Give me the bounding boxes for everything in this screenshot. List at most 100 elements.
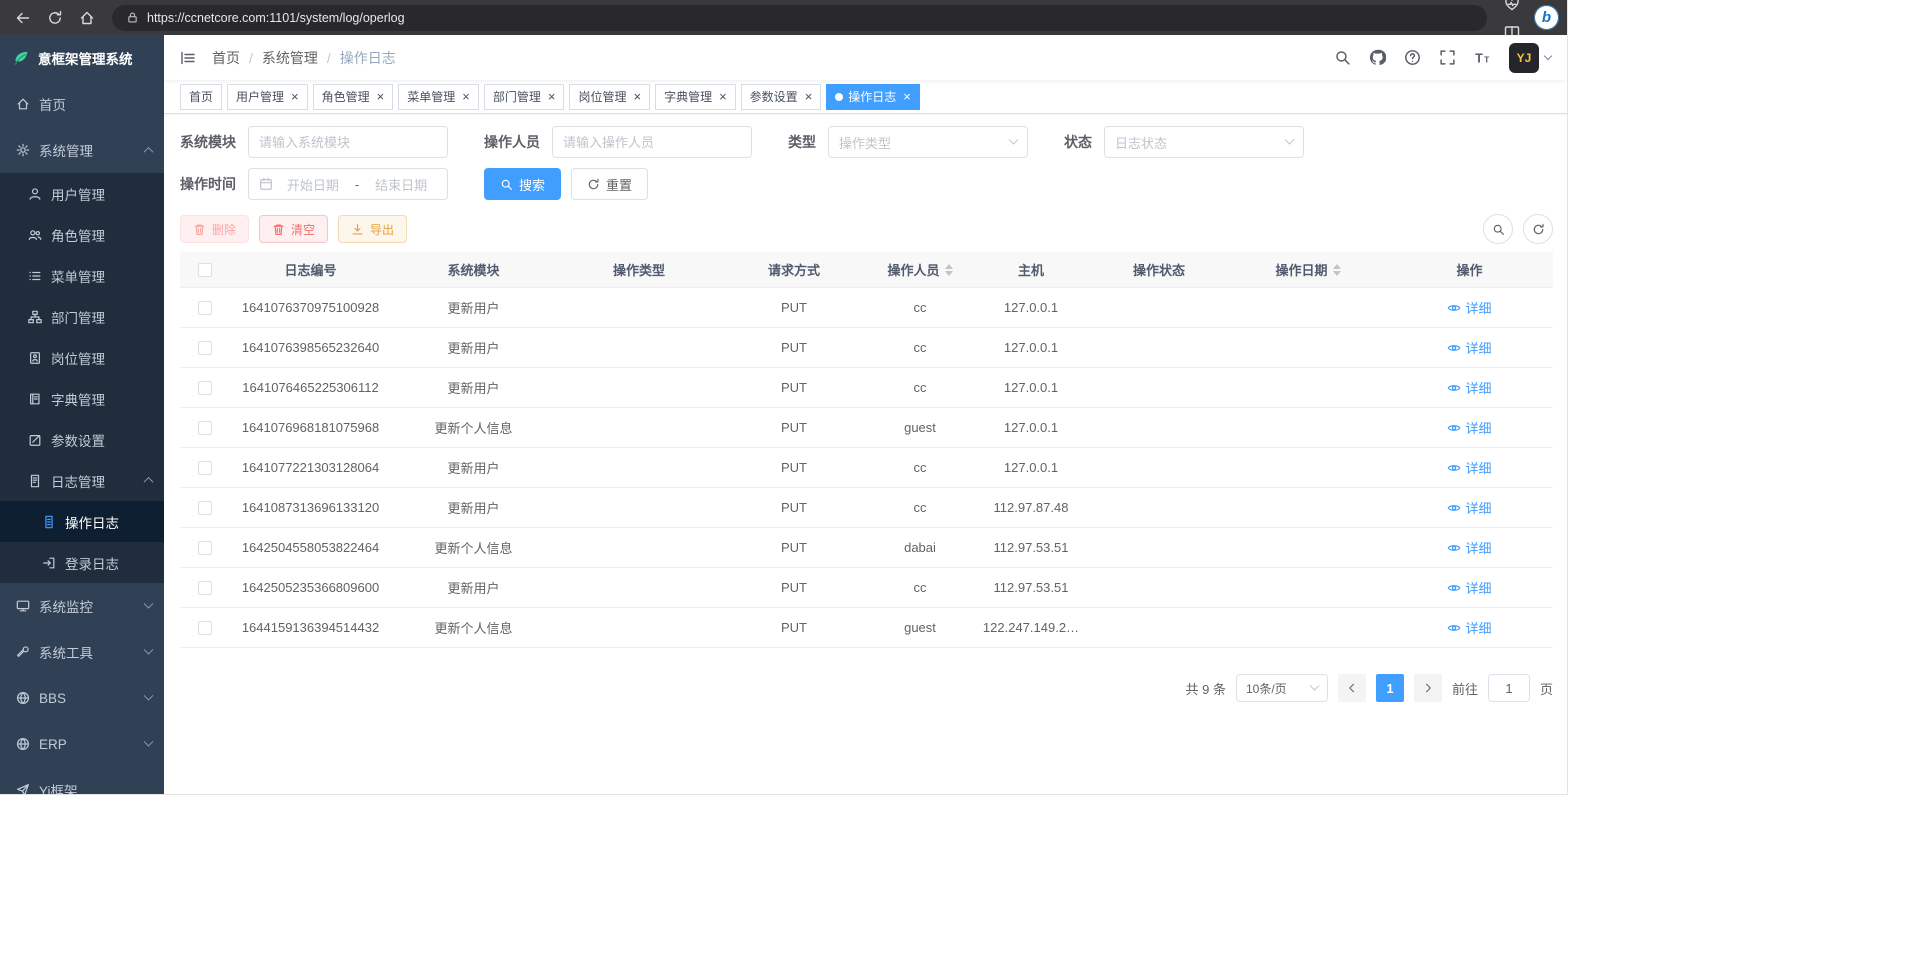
close-icon[interactable]: × bbox=[719, 90, 727, 103]
sidebar-item-home[interactable]: 首页 bbox=[0, 81, 164, 127]
next-page-button[interactable] bbox=[1414, 674, 1442, 702]
sidebar-item-user-mgmt[interactable]: 用户管理 bbox=[0, 173, 164, 214]
goto-page-input[interactable] bbox=[1488, 674, 1530, 702]
column-label: 系统模块 bbox=[447, 260, 499, 279]
question-icon[interactable] bbox=[1404, 49, 1421, 66]
tab-param-settings[interactable]: 参数设置× bbox=[741, 84, 822, 110]
toggle-search-button[interactable] bbox=[1483, 214, 1513, 244]
cell-module: 更新用户 bbox=[391, 328, 556, 367]
cell-host: 112.97.53.51 bbox=[974, 528, 1088, 567]
reload-button[interactable] bbox=[40, 4, 70, 32]
sidebar-item-label: 角色管理 bbox=[51, 225, 105, 245]
detail-link[interactable]: 详细 bbox=[1447, 338, 1491, 357]
date-range-input[interactable]: 开始日期 - 结束日期 bbox=[248, 168, 448, 200]
type-select[interactable]: 操作类型 bbox=[828, 126, 1028, 158]
row-checkbox[interactable] bbox=[198, 341, 212, 355]
row-checkbox[interactable] bbox=[198, 301, 212, 315]
row-checkbox[interactable] bbox=[198, 381, 212, 395]
home-button[interactable] bbox=[72, 4, 102, 32]
bing-copilot-icon[interactable]: b bbox=[1534, 5, 1559, 30]
module-input[interactable] bbox=[248, 126, 448, 158]
sidebar-item-log-mgmt[interactable]: 日志管理 bbox=[0, 460, 164, 501]
close-icon[interactable]: × bbox=[805, 90, 813, 103]
sidebar-item-menu-mgmt[interactable]: 菜单管理 bbox=[0, 255, 164, 296]
reset-button[interactable]: 重置 bbox=[571, 168, 648, 200]
operator-input[interactable] bbox=[552, 126, 752, 158]
column-header[interactable]: 操作日期 bbox=[1230, 252, 1386, 287]
sidebar-item-label: 部门管理 bbox=[51, 307, 105, 327]
sidebar-item-param-settings[interactable]: 参数设置 bbox=[0, 419, 164, 460]
page-size-select[interactable]: 10条/页 bbox=[1236, 674, 1328, 702]
cell-date bbox=[1230, 568, 1386, 607]
status-select[interactable]: 日志状态 bbox=[1104, 126, 1304, 158]
sidebar-item-erp[interactable]: ERP bbox=[0, 721, 164, 767]
sidebar-item-login-log[interactable]: 登录日志 bbox=[0, 542, 164, 583]
tab-oper-log[interactable]: 操作日志× bbox=[826, 84, 920, 110]
close-icon[interactable]: × bbox=[633, 90, 641, 103]
row-checkbox[interactable] bbox=[198, 581, 212, 595]
tab-menu-mgmt[interactable]: 菜单管理× bbox=[398, 84, 479, 110]
breadcrumb-item[interactable]: 系统管理 bbox=[262, 48, 318, 68]
page-1-button[interactable]: 1 bbox=[1376, 674, 1404, 702]
row-checkbox[interactable] bbox=[198, 461, 212, 475]
sidebar-item-sys-tools[interactable]: 系统工具 bbox=[0, 629, 164, 675]
prev-page-button[interactable] bbox=[1338, 674, 1366, 702]
avatar[interactable]: YJ bbox=[1509, 43, 1539, 73]
sidebar-item-dict-mgmt[interactable]: 字典管理 bbox=[0, 378, 164, 419]
detail-link[interactable]: 详细 bbox=[1447, 618, 1491, 637]
tab-home[interactable]: 首页 bbox=[180, 84, 222, 110]
tab-post-mgmt[interactable]: 岗位管理× bbox=[569, 84, 650, 110]
row-checkbox[interactable] bbox=[198, 621, 212, 635]
home-icon bbox=[16, 97, 30, 111]
refresh-table-button[interactable] bbox=[1523, 214, 1553, 244]
essentials-button[interactable] bbox=[1497, 0, 1527, 18]
detail-link[interactable]: 详细 bbox=[1447, 538, 1491, 557]
detail-link[interactable]: 详细 bbox=[1447, 378, 1491, 397]
close-icon[interactable]: × bbox=[903, 90, 911, 103]
detail-link[interactable]: 详细 bbox=[1447, 458, 1491, 477]
close-icon[interactable]: × bbox=[291, 90, 299, 103]
detail-link[interactable]: 详细 bbox=[1447, 418, 1491, 437]
detail-link[interactable]: 详细 bbox=[1447, 298, 1491, 317]
sidebar-item-bbs[interactable]: BBS bbox=[0, 675, 164, 721]
row-checkbox[interactable] bbox=[198, 501, 212, 515]
back-button[interactable] bbox=[8, 4, 38, 32]
breadcrumb-item[interactable]: 首页 bbox=[212, 48, 240, 68]
font-size-icon[interactable]: TT bbox=[1474, 49, 1491, 66]
delete-button[interactable]: 删除 bbox=[180, 215, 249, 243]
github-icon[interactable] bbox=[1369, 49, 1386, 66]
sort-caret-icon[interactable] bbox=[945, 264, 953, 276]
row-checkbox[interactable] bbox=[198, 541, 212, 555]
search-button[interactable]: 搜索 bbox=[484, 168, 561, 200]
cell-operator: cc bbox=[866, 368, 974, 407]
detail-link[interactable]: 详细 bbox=[1447, 578, 1491, 597]
export-button[interactable]: 导出 bbox=[338, 215, 407, 243]
close-icon[interactable]: × bbox=[548, 90, 556, 103]
fullscreen-icon[interactable] bbox=[1439, 49, 1456, 66]
address-bar[interactable]: https://ccnetcore.com:1101/system/log/op… bbox=[112, 5, 1487, 31]
search-icon[interactable] bbox=[1334, 49, 1351, 66]
column-header[interactable]: 操作人员 bbox=[866, 252, 974, 287]
tab-user-mgmt[interactable]: 用户管理× bbox=[227, 84, 308, 110]
sidebar-toggle-icon[interactable] bbox=[180, 50, 196, 66]
detail-link[interactable]: 详细 bbox=[1447, 498, 1491, 517]
cell-date bbox=[1230, 608, 1386, 647]
sort-caret-icon[interactable] bbox=[1333, 264, 1341, 276]
close-icon[interactable]: × bbox=[462, 90, 470, 103]
tab-dept-mgmt[interactable]: 部门管理× bbox=[484, 84, 565, 110]
tab-dict-mgmt[interactable]: 字典管理× bbox=[655, 84, 736, 110]
sidebar-item-oper-log[interactable]: 操作日志 bbox=[0, 501, 164, 542]
close-icon[interactable]: × bbox=[377, 90, 385, 103]
sidebar-item-role-mgmt[interactable]: 角色管理 bbox=[0, 214, 164, 255]
sidebar-item-sys-monitor[interactable]: 系统监控 bbox=[0, 583, 164, 629]
user-avatar-menu[interactable]: YJ bbox=[1509, 43, 1551, 73]
sidebar-item-yi-framework[interactable]: Yi框架 bbox=[0, 767, 164, 795]
row-checkbox[interactable] bbox=[198, 421, 212, 435]
sidebar-item-dept-mgmt[interactable]: 部门管理 bbox=[0, 296, 164, 337]
tab-role-mgmt[interactable]: 角色管理× bbox=[313, 84, 394, 110]
clear-button[interactable]: 清空 bbox=[259, 215, 328, 243]
sidebar-item-system-mgmt[interactable]: 系统管理 bbox=[0, 127, 164, 173]
select-all-checkbox[interactable] bbox=[198, 263, 212, 277]
globe-icon bbox=[16, 691, 30, 705]
sidebar-item-post-mgmt[interactable]: 岗位管理 bbox=[0, 337, 164, 378]
